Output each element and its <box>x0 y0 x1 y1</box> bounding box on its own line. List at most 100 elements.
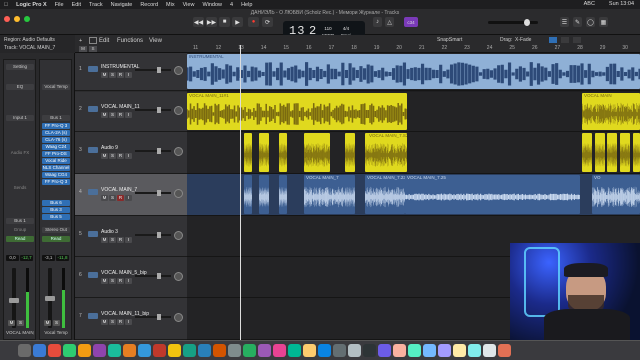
dock-app-icon[interactable] <box>318 344 331 357</box>
view-menu[interactable]: View <box>149 38 162 44</box>
track-volume-slider[interactable] <box>135 107 171 113</box>
ruler-bar-16[interactable]: 16 <box>306 45 312 51</box>
track-input-monitor-button[interactable]: I <box>125 112 132 118</box>
track-record-button[interactable]: R <box>117 278 124 284</box>
track-lane-2[interactable]: VOCAL MAIN_11#1 VOCAL MAIN <box>187 92 640 132</box>
region-audio-9-1[interactable] <box>244 133 252 172</box>
plugin-slot-6[interactable]: Vocal Ride <box>42 158 70 164</box>
region-vocal-main-7-5[interactable] <box>345 175 355 214</box>
region-vocal-main-7-2[interactable] <box>259 175 269 214</box>
region-audio-9-12[interactable] <box>633 133 640 172</box>
send-slot-1[interactable]: Bus 6 <box>42 200 70 206</box>
region-vocal-main-11-b[interactable]: VOCAL MAIN <box>582 93 640 130</box>
master-volume-slider[interactable] <box>488 19 538 26</box>
cpu-badge[interactable]: c34 <box>404 17 418 27</box>
region-audio-9-10[interactable] <box>607 133 617 172</box>
track-mute-button[interactable]: M <box>101 195 108 201</box>
drag-menu[interactable]: X-Fade <box>515 37 531 43</box>
menu-4[interactable]: 4 <box>230 2 233 8</box>
track-input-monitor-button[interactable]: I <box>125 278 132 284</box>
track-pan-knob[interactable] <box>174 106 183 115</box>
dock-app-icon[interactable] <box>333 344 346 357</box>
ruler-bar-19[interactable]: 19 <box>374 45 380 51</box>
track-volume-slider[interactable] <box>135 190 171 196</box>
plugin-slot-4[interactable]: Waag C24 <box>42 144 70 150</box>
close-window-button[interactable] <box>4 16 10 22</box>
dock-app-icon[interactable] <box>363 344 376 357</box>
track-record-button[interactable]: R <box>117 72 124 78</box>
plugin-slot-3[interactable]: CLA-76 (s) <box>42 137 70 143</box>
dock-app-icon[interactable] <box>408 344 421 357</box>
dock-app-icon[interactable] <box>63 344 76 357</box>
zoom-window-button[interactable] <box>24 16 30 22</box>
track-pan-knob[interactable] <box>174 189 183 198</box>
dock-app-icon[interactable] <box>303 344 316 357</box>
bus-setting-slot[interactable]: Vocal Temp <box>42 84 70 90</box>
ruler-bar-30[interactable]: 30 <box>622 45 628 51</box>
track-pan-knob[interactable] <box>174 147 183 156</box>
ruler-bar-26[interactable]: 26 <box>532 45 538 51</box>
browser-icon[interactable]: ▦ <box>599 17 608 27</box>
dock-app-icon[interactable] <box>108 344 121 357</box>
ruler-bar-23[interactable]: 23 <box>464 45 470 51</box>
dock-app-icon[interactable] <box>348 344 361 357</box>
region-audio-9-5[interactable] <box>345 133 355 172</box>
add-track-button[interactable]: + <box>79 38 82 44</box>
ruler-bar-15[interactable]: 15 <box>283 45 289 51</box>
track-name[interactable]: Audio 9 <box>101 145 118 151</box>
ruler-bar-18[interactable]: 18 <box>351 45 357 51</box>
menu-file[interactable]: File <box>55 2 64 8</box>
dock-app-icon[interactable] <box>213 344 226 357</box>
plugin-slot-5[interactable]: FF Pro-DS <box>42 151 70 157</box>
catch-icon[interactable] <box>573 37 581 43</box>
track-mute-button[interactable]: M <box>101 72 108 78</box>
dock-app-icon[interactable] <box>273 344 286 357</box>
plugin-slot-2[interactable]: CLA-2A (s) <box>42 130 70 136</box>
metronome-icon[interactable]: △ <box>385 17 394 27</box>
strip-mute-button[interactable]: M <box>8 320 15 326</box>
dock-app-icon[interactable] <box>18 344 31 357</box>
group-slot[interactable]: Group <box>6 227 34 233</box>
track-pan-knob[interactable] <box>174 313 183 322</box>
region-vocal-main-7-4[interactable]: VOCAL MAIN_7 <box>304 175 348 214</box>
track-mute-button[interactable]: M <box>101 153 108 159</box>
track-solo-button[interactable]: S <box>109 153 116 159</box>
menu-track[interactable]: Track <box>89 2 103 8</box>
dock-app-icon[interactable] <box>123 344 136 357</box>
dock-app-icon[interactable] <box>243 344 256 357</box>
track-name[interactable]: VOCAL MAIN_11 <box>101 104 140 110</box>
eq-slot[interactable]: EQ <box>6 84 34 90</box>
dock-app-icon[interactable] <box>153 344 166 357</box>
region-audio-9-3[interactable] <box>279 133 287 172</box>
dock-app-icon[interactable] <box>438 344 451 357</box>
track-mute-button[interactable]: M <box>101 112 108 118</box>
tuner-icon[interactable]: ♪ <box>373 17 382 27</box>
functions-menu[interactable]: Functions <box>117 38 143 44</box>
loop-browser-icon[interactable]: ◯ <box>586 17 595 27</box>
dock-app-icon[interactable] <box>198 344 211 357</box>
region-vocal-main-7-23[interactable]: VOCAL MAIN_7.23 <box>365 175 405 214</box>
track-header-5[interactable]: 5 Audio 3 MSRI <box>75 216 187 257</box>
bus-volume-fader[interactable] <box>45 268 55 328</box>
dock-app-icon[interactable] <box>288 344 301 357</box>
track-header-1[interactable]: 1 INSTRUMENTAL M S R I <box>75 53 187 91</box>
setting-slot[interactable]: Setting <box>6 64 34 70</box>
track-name[interactable]: INSTRUMENTAL <box>101 64 140 70</box>
track-solo-button[interactable]: S <box>109 195 116 201</box>
region-audio-9-8[interactable] <box>582 133 592 172</box>
ruler-bar-28[interactable]: 28 <box>577 45 583 51</box>
play-button[interactable]: ▶ <box>232 17 243 27</box>
track-input-monitor-button[interactable]: I <box>125 195 132 201</box>
ruler-bar-17[interactable]: 17 <box>329 45 335 51</box>
strip-solo-button[interactable]: S <box>17 320 24 326</box>
menu-mix[interactable]: Mix <box>166 2 175 8</box>
bus-mute-button[interactable]: M <box>44 320 51 326</box>
menu-window[interactable]: Window <box>202 2 222 8</box>
dock-app-icon[interactable] <box>378 344 391 357</box>
track-volume-slider[interactable] <box>135 314 171 320</box>
ruler-bar-24[interactable]: 24 <box>487 45 493 51</box>
track-volume-slider[interactable] <box>135 232 171 238</box>
dock-app-icon[interactable] <box>183 344 196 357</box>
track-pan-knob[interactable] <box>174 66 183 75</box>
track-header-4[interactable]: 4 VOCAL MAIN_7 M S R I <box>75 174 187 216</box>
